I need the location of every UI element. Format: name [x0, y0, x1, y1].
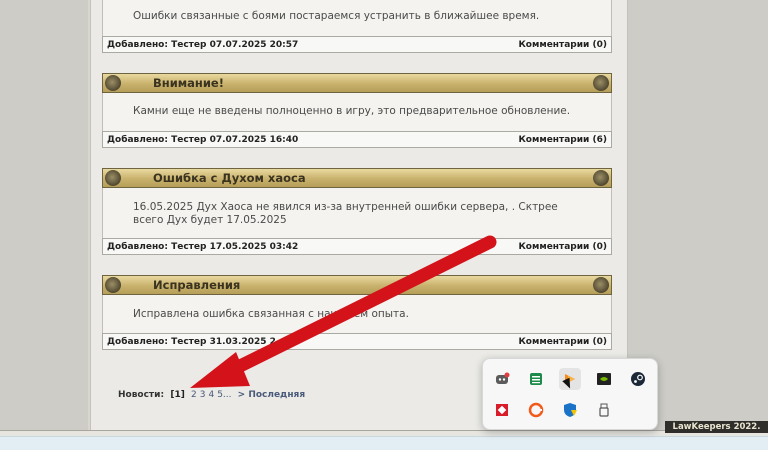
red-arrow-annotation	[190, 235, 497, 388]
